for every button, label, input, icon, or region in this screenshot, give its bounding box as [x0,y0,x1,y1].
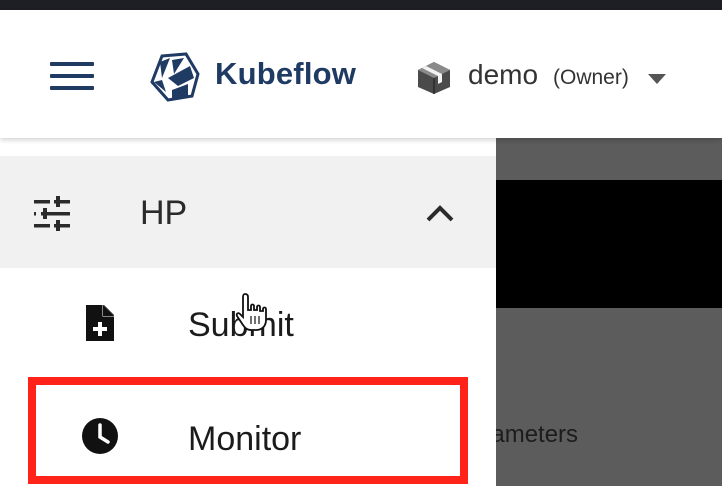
kubeflow-logo-icon[interactable] [148,52,200,102]
sidebar-group-hp[interactable]: HP [0,156,496,268]
main-content-overlay: Parameters [490,138,722,486]
caret-down-icon[interactable] [648,74,666,84]
sidebar-item-label: Monitor [188,420,302,458]
content-dark-banner [496,180,722,308]
hamburger-menu-icon[interactable] [50,62,96,92]
app-name: Kubeflow [215,56,357,91]
sidebar-item-monitor[interactable]: Monitor [0,380,496,492]
hand-pointer-icon [235,293,267,331]
add-document-icon [86,305,114,341]
window-top-bar [0,0,722,10]
namespace-role: (Owner) [553,66,629,89]
sidebar-group-label: HP [140,194,188,232]
sidebar-spacer [0,138,496,156]
app-header: Kubeflow demo (Owner) [0,10,722,138]
content-partial-text: Parameters [490,421,579,448]
tune-sliders-icon [34,196,70,231]
namespace-name: demo [468,59,539,90]
cube-box-icon [418,62,450,94]
chevron-up-icon[interactable] [424,202,456,224]
clock-icon [82,418,118,454]
